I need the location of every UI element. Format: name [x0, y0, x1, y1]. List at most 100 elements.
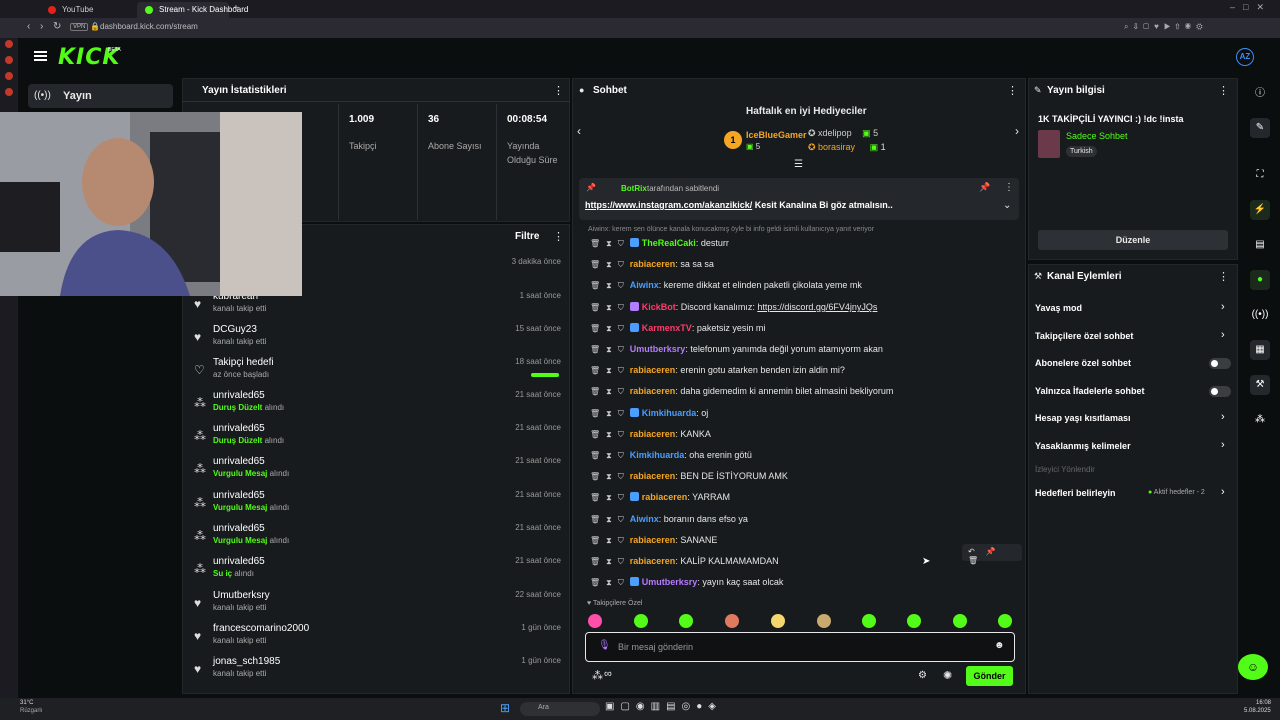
activity-name[interactable]: francescomarino2000	[213, 623, 309, 634]
timeout-icon[interactable]: ⧗	[606, 303, 612, 312]
delete-icon[interactable]: 🗑	[590, 387, 600, 396]
channel-action-item[interactable]: Yalnızca İfadelerle sohbet	[1035, 386, 1145, 396]
chat-input[interactable]: 🎙 Bir mesaj gönderin ☻	[585, 632, 1015, 662]
chevron-right-icon[interactable]: ›	[1221, 329, 1225, 341]
chat-message[interactable]: 🗑 ⧗ ⛉ KarmenxTV: paketsiz yesin mi	[590, 323, 765, 341]
timeout-icon[interactable]: ⧗	[606, 260, 612, 269]
timeout-icon[interactable]: ⧗	[606, 366, 612, 375]
kick-points-icon[interactable]: ⁂	[1250, 410, 1270, 430]
chat-username[interactable]: rabiaceren	[630, 471, 676, 481]
unpin-icon[interactable]: 📌	[979, 182, 990, 193]
info-icon[interactable]: ⓘ	[1250, 84, 1270, 104]
chat-username[interactable]: KarmenxTV	[642, 323, 692, 333]
browser-extension-icons[interactable]: ⌕⇩▢♥▶⇧◉⚙	[1124, 22, 1208, 32]
chat-username[interactable]: Umutberksry	[642, 577, 698, 587]
emote-icon[interactable]	[679, 614, 693, 628]
taskbar-app-icons[interactable]: ▣▢◉▥▤◎●◈	[605, 701, 722, 712]
chat-message[interactable]: 🗑 ⧗ ⛉ rabiaceren: erenin gotu atarken bende…	[590, 365, 845, 383]
sidebar-app-icon[interactable]	[5, 40, 13, 48]
pinned-link[interactable]: https://www.instagram.com/akanzikick/	[585, 200, 752, 210]
timeout-icon[interactable]: ⧗	[606, 536, 612, 545]
support-chat-icon[interactable]: ☺	[1238, 654, 1268, 680]
gifter-name[interactable]: xdelipop	[818, 128, 852, 138]
timeout-icon[interactable]: ⧗	[606, 430, 612, 439]
delete-icon[interactable]: 🗑	[590, 493, 600, 502]
url-field[interactable]: dashboard.kick.com/stream	[100, 22, 198, 31]
goals-item[interactable]: Hedefleri belirleyin	[1035, 488, 1116, 498]
chat-message[interactable]: 🗑 ⧗ ⛉ Umutberksry: telefonum yanımda değil …	[590, 344, 883, 362]
channel-action-item[interactable]: Abonelere özel sohbet	[1035, 358, 1131, 368]
delete-icon[interactable]: 🗑	[590, 281, 600, 290]
chat-username[interactable]: rabiaceren	[630, 556, 676, 566]
expand-icon[interactable]: ⌄	[1003, 200, 1011, 211]
activity-name[interactable]: unrivaled65	[213, 556, 265, 567]
chat-username[interactable]: rabiaceren	[630, 535, 676, 545]
emote-icon[interactable]	[862, 614, 876, 628]
weather-temp[interactable]: 31°C	[20, 700, 33, 706]
timeout-icon[interactable]: ⧗	[606, 387, 612, 396]
timeout-icon[interactable]: ⧗	[606, 409, 612, 418]
chat-username[interactable]: Aiwinx	[630, 514, 659, 524]
chat-username[interactable]: rabiaceren	[630, 259, 676, 269]
timeout-icon[interactable]: ⧗	[606, 324, 612, 333]
document-icon[interactable]: ▤	[1250, 235, 1270, 255]
user-avatar[interactable]: AZ	[1236, 48, 1254, 66]
more-icon[interactable]: ⋮	[1007, 84, 1018, 97]
chat-message[interactable]: 🗑 ⧗ ⛉ rabiaceren: KALİP KALMAMAMDAN	[590, 556, 779, 574]
taskbar-search[interactable]: Ara	[520, 702, 600, 716]
prev-arrow-icon[interactable]: ‹	[577, 124, 581, 138]
chat-message[interactable]: 🗑 ⧗ ⛉ rabiaceren: KANKA	[590, 429, 711, 447]
toggle-switch[interactable]	[1209, 386, 1231, 397]
tab-youtube[interactable]: YouTube	[40, 2, 130, 18]
lightning-icon[interactable]: ⚡	[1250, 200, 1270, 220]
timeout-icon[interactable]: ⧗	[606, 557, 612, 566]
channel-action-item[interactable]: Yavaş mod	[1035, 303, 1082, 313]
chat-username[interactable]: rabiaceren	[642, 492, 688, 502]
delete-icon[interactable]: 🗑	[590, 345, 600, 354]
edit-icon[interactable]: ✎	[1250, 118, 1270, 138]
chevron-right-icon[interactable]: ›	[1221, 301, 1225, 313]
emote-icon[interactable]	[634, 614, 648, 628]
activity-name[interactable]: unrivaled65	[213, 490, 265, 501]
emote-icon[interactable]	[725, 614, 739, 628]
chat-username[interactable]: Umutberksry	[630, 344, 686, 354]
sidebar-app-icon[interactable]	[5, 72, 13, 80]
more-icon[interactable]: ⋮	[553, 230, 564, 243]
windows-start-icon[interactable]: ⊞	[500, 701, 510, 715]
activity-name[interactable]: unrivaled65	[213, 390, 265, 401]
new-tab-button[interactable]: +	[233, 3, 239, 14]
toggle-switch[interactable]	[1209, 358, 1231, 369]
delete-icon[interactable]: 🗑	[590, 430, 600, 439]
filter-button[interactable]: Filtre	[515, 231, 539, 242]
vpn-badge[interactable]: VPN	[70, 23, 89, 31]
emote-icon[interactable]	[998, 614, 1012, 628]
delete-icon[interactable]: 🗑	[590, 303, 600, 312]
next-arrow-icon[interactable]: ›	[1015, 124, 1019, 138]
activity-name[interactable]: Umutberksry	[213, 590, 270, 601]
timeout-icon[interactable]: ⧗	[606, 345, 612, 354]
settings-icon[interactable]: ⚙	[918, 670, 927, 681]
top-gifter-name[interactable]: IceBlueGamer	[746, 130, 807, 140]
more-icon[interactable]: ⋮	[1004, 182, 1014, 193]
delete-icon[interactable]: 🗑	[590, 451, 600, 460]
menu-icon[interactable]	[34, 51, 47, 61]
emote-icon[interactable]	[588, 614, 602, 628]
chat-message[interactable]: 🗑 ⧗ ⛉ Kimkihuarda: oj	[590, 408, 708, 426]
edit-button[interactable]: Düzenle	[1038, 230, 1228, 250]
chevron-right-icon[interactable]: ›	[1221, 411, 1225, 423]
timeout-icon[interactable]: ⧗	[606, 451, 612, 460]
pinned-by-name[interactable]: BotRix	[621, 184, 647, 193]
channel-action-item[interactable]: Takipçilere özel sohbet	[1035, 331, 1133, 341]
delete-icon[interactable]: 🗑	[590, 515, 600, 524]
tab-kick-dashboard[interactable]: Stream - Kick Dashboard	[137, 2, 248, 18]
collapse-icon[interactable]: ☰	[794, 159, 803, 170]
chat-username[interactable]: rabiaceren	[630, 365, 676, 375]
chat-message[interactable]: 🗑 ⧗ ⛉ Kimkihuarda: oha erenin götü	[590, 450, 752, 468]
more-icon[interactable]: ⋮	[1218, 270, 1229, 283]
chat-message[interactable]: 🗑 ⧗ ⛉ rabiaceren: SANANE	[590, 535, 717, 553]
activity-name[interactable]: Takipçi hedefi	[213, 357, 274, 368]
chat-message[interactable]: 🗑 ⧗ ⛉ TheRealCaki: desturr	[590, 238, 729, 256]
emote-icon[interactable]	[771, 614, 785, 628]
chat-message[interactable]: 🗑 ⧗ ⛉ rabiaceren: daha gidemedim ki annemin…	[590, 386, 893, 404]
chat-message[interactable]: 🗑 ⧗ ⛉ rabiaceren: BEN DE İSTİYORUM AMK	[590, 471, 788, 489]
